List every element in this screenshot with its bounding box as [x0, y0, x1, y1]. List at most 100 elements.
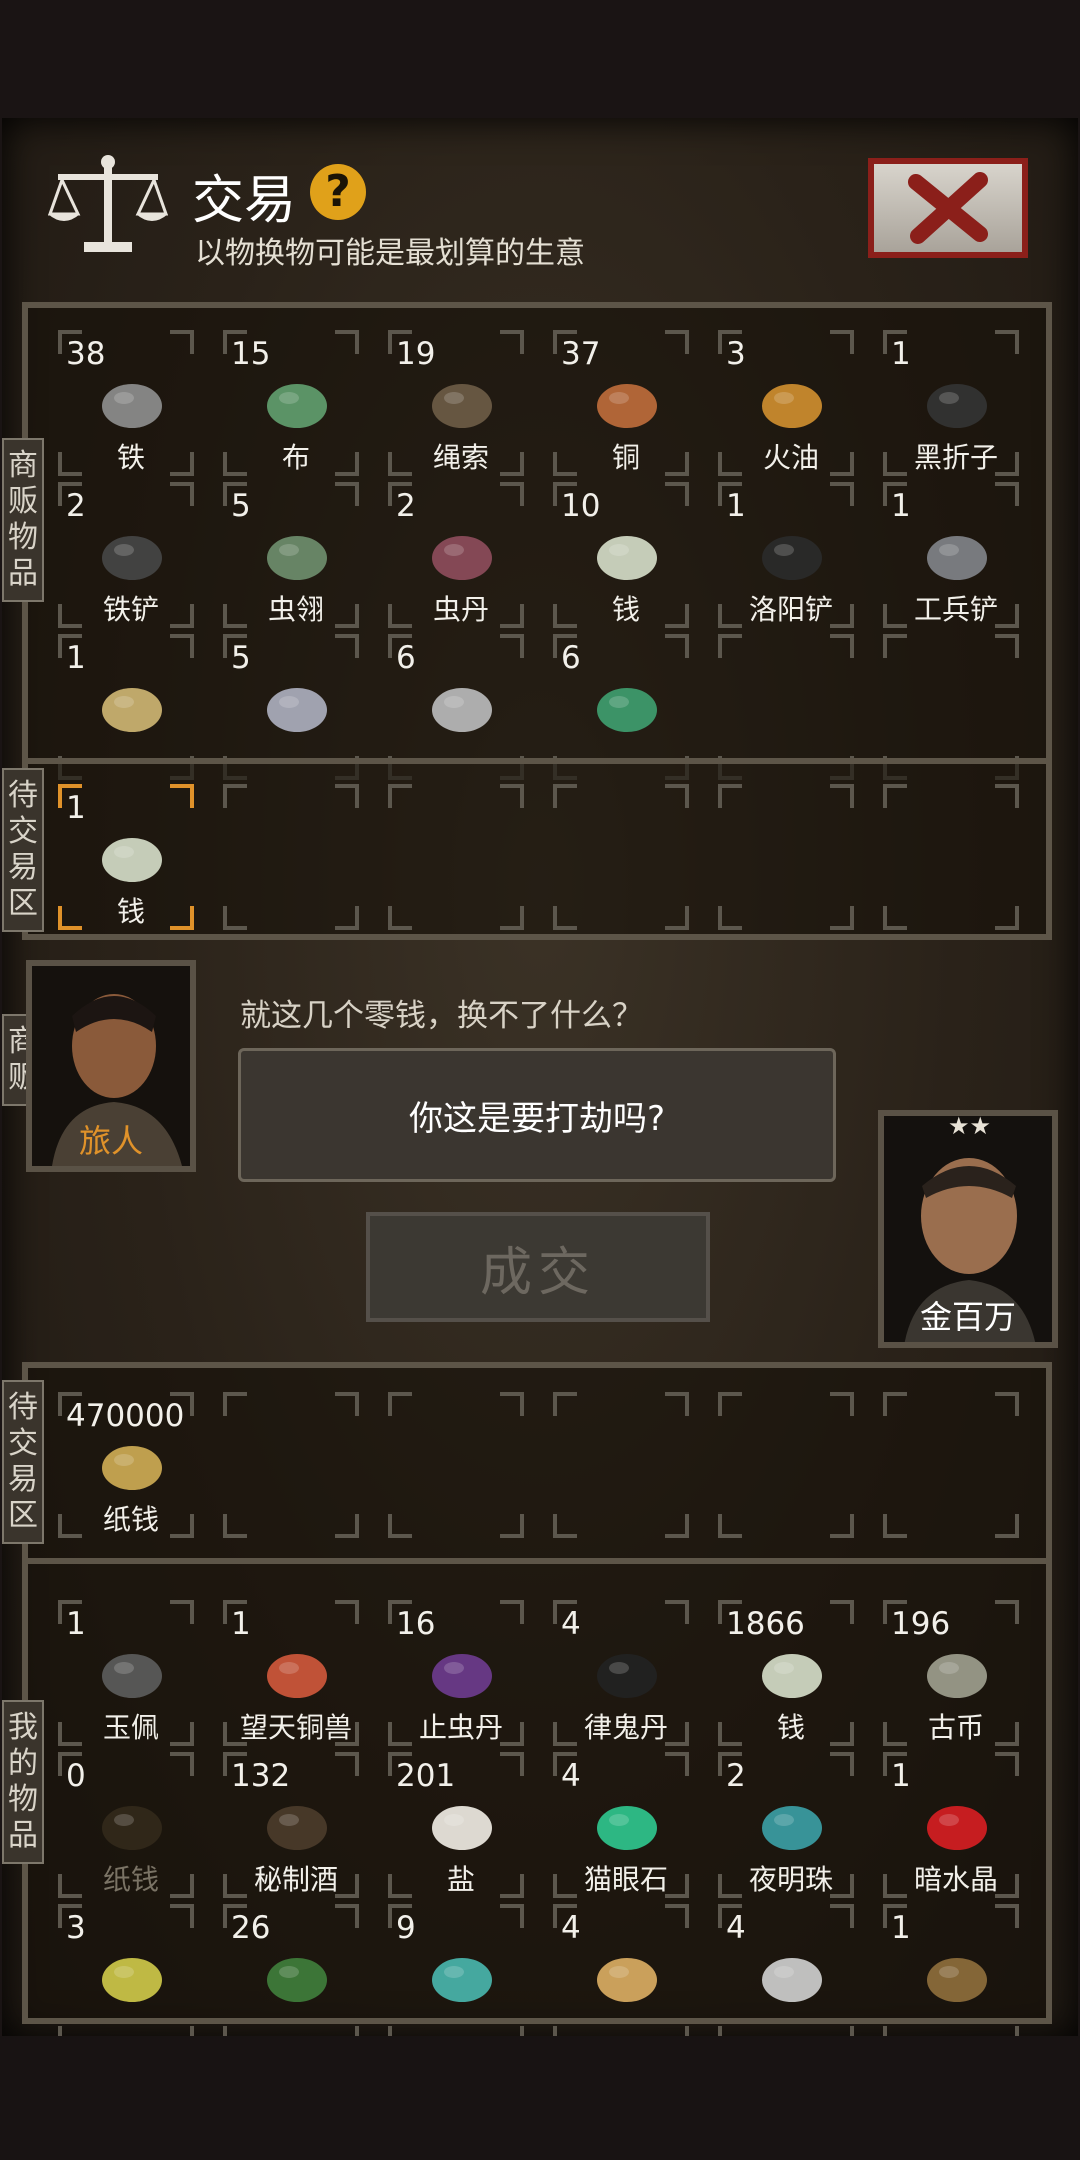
item-slot[interactable]: 1 洛阳铲	[716, 480, 856, 630]
copper-ore-icon	[597, 384, 657, 428]
item-count: 4	[561, 1758, 581, 1794]
slot-frame	[388, 1392, 524, 1538]
empty-slot[interactable]	[551, 782, 691, 932]
slot-frame	[883, 1392, 1019, 1538]
dialog-bubble[interactable]: 你这是要打劫吗?	[238, 1048, 836, 1182]
item-slot[interactable]: 16 止虫丹	[386, 1598, 526, 1748]
item-count: 1	[891, 1910, 911, 1946]
item-count: 196	[891, 1606, 951, 1642]
item-slot[interactable]: 5 虫翎	[221, 480, 361, 630]
empty-slot[interactable]	[881, 1390, 1021, 1540]
item-count: 6	[561, 640, 581, 676]
item-slot[interactable]: 3 火油	[716, 328, 856, 478]
empty-slot[interactable]	[386, 782, 526, 932]
item-slot[interactable]: 19 绳索	[386, 328, 526, 478]
dark-crystal-icon	[927, 1806, 987, 1850]
slot-frame	[553, 1392, 689, 1538]
item-slot[interactable]: 2 夜明珠	[716, 1750, 856, 1900]
item-slot[interactable]: 38 铁	[56, 328, 196, 478]
item-slot[interactable]: 4 律鬼丹	[551, 1598, 691, 1748]
jade-pendant-icon	[102, 1654, 162, 1698]
item-name: 钱	[611, 593, 640, 626]
item-count: 16	[396, 1606, 436, 1642]
item-slot[interactable]: 26	[221, 1902, 361, 2052]
item-count: 2	[726, 1758, 746, 1794]
item-slot[interactable]: 1 暗水晶	[881, 1750, 1021, 1900]
item-count: 1866	[726, 1606, 805, 1642]
empty-slot[interactable]	[221, 1390, 361, 1540]
slot-frame	[223, 784, 359, 930]
item-name: 律鬼丹	[583, 1711, 668, 1744]
item-count: 1	[891, 1758, 911, 1794]
deal-button[interactable]: 成交	[366, 1212, 710, 1322]
item-count: 5	[231, 488, 251, 524]
empty-slot[interactable]	[881, 782, 1021, 932]
money-stack-icon	[597, 536, 657, 580]
item-slot[interactable]: 37 铜	[551, 328, 691, 478]
green-leaf-icon	[267, 1958, 327, 2002]
item-slot[interactable]: 2 虫丹	[386, 480, 526, 630]
item-slot[interactable]: 2 铁铲	[56, 480, 196, 630]
item-count: 2	[396, 488, 416, 524]
item-slot[interactable]: 10 钱	[551, 480, 691, 630]
iron-shovel-icon	[102, 536, 162, 580]
green-stone-icon	[597, 688, 657, 732]
item-slot[interactable]: 470000 纸钱	[56, 1390, 196, 1540]
help-icon[interactable]: ?	[310, 164, 366, 220]
empty-slot[interactable]	[716, 1390, 856, 1540]
item-slot[interactable]: 1钱	[56, 782, 196, 932]
black-staff-icon	[927, 384, 987, 428]
army-shovel-icon	[927, 536, 987, 580]
item-count: 1	[891, 488, 911, 524]
item-slot[interactable]: 3	[56, 1902, 196, 2052]
item-count: 1	[726, 488, 746, 524]
scale-icon	[48, 155, 168, 252]
slot-frame	[223, 1392, 359, 1538]
item-slot[interactable]: 4	[716, 1902, 856, 2052]
item-count: 19	[396, 336, 436, 372]
item-count: 4	[726, 1910, 746, 1946]
item-name: 望天铜兽	[239, 1711, 352, 1744]
item-slot[interactable]: 0 纸钱	[56, 1750, 196, 1900]
item-slot[interactable]: 1 黑折子	[881, 328, 1021, 478]
item-count: 1	[66, 1606, 86, 1642]
item-name: 暗水晶	[913, 1863, 998, 1896]
item-slot[interactable]: 15 布	[221, 328, 361, 478]
close-button[interactable]	[868, 158, 1028, 258]
slot-frame	[883, 784, 1019, 930]
cloth-icon	[267, 384, 327, 428]
item-count: 26	[231, 1910, 271, 1946]
empty-slot[interactable]	[551, 1390, 691, 1540]
empty-slot[interactable]	[221, 782, 361, 932]
slot-frame	[388, 784, 524, 930]
item-slot[interactable]: 4	[551, 1902, 691, 2052]
crystal-ore-icon	[267, 688, 327, 732]
item-count: 5	[231, 640, 251, 676]
merchant-portrait[interactable]: 金百万	[878, 1110, 1058, 1348]
item-name: 洛阳铲	[748, 593, 833, 626]
item-slot[interactable]: 201 盐	[386, 1750, 526, 1900]
item-slot[interactable]: 9	[386, 1902, 526, 2052]
item-count: 2	[66, 488, 86, 524]
item-slot[interactable]: 1 玉佩	[56, 1598, 196, 1748]
gold-ingot-icon	[597, 1958, 657, 2002]
merchant-goods-label: 商贩物品	[2, 438, 44, 602]
item-slot[interactable]: 4 猫眼石	[551, 1750, 691, 1900]
item-count: 1	[66, 790, 86, 826]
item-count: 4	[561, 1606, 581, 1642]
item-slot[interactable]: 1866 钱	[716, 1598, 856, 1748]
item-slot[interactable]: 1	[881, 1902, 1021, 2052]
purple-pills-icon	[432, 1654, 492, 1698]
black-pills-icon	[597, 1654, 657, 1698]
item-slot[interactable]: 1 望天铜兽	[221, 1598, 361, 1748]
item-slot[interactable]: 1 工兵铲	[881, 480, 1021, 630]
traveler-portrait[interactable]: 旅人	[26, 960, 196, 1172]
item-slot[interactable]: 196 古币	[881, 1598, 1021, 1748]
item-count: 6	[396, 640, 416, 676]
item-count: 3	[66, 1910, 86, 1946]
empty-slot[interactable]	[386, 1390, 526, 1540]
item-name: 虫翎	[267, 593, 324, 626]
empty-slot[interactable]	[716, 782, 856, 932]
item-slot[interactable]: 132 秘制酒	[221, 1750, 361, 1900]
item-count: 10	[561, 488, 601, 524]
